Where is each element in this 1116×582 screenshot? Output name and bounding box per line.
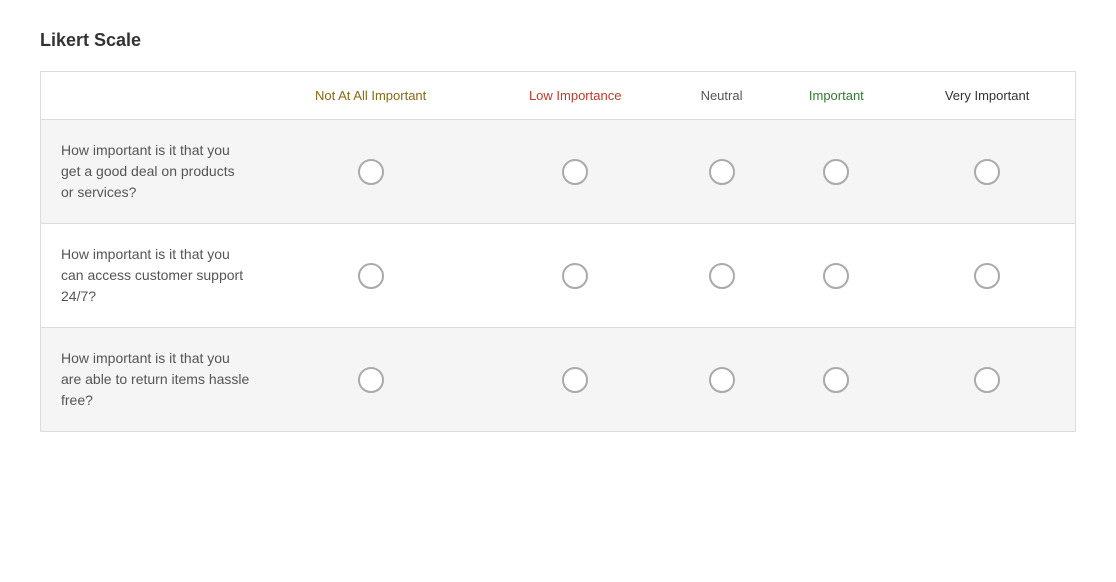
radio-circle-icon bbox=[974, 367, 1000, 393]
table-row: How important is it that you get a good … bbox=[41, 120, 1076, 224]
radio-circle-icon bbox=[709, 159, 735, 185]
radio-cell-neutral[interactable] bbox=[670, 224, 774, 328]
page-title: Likert Scale bbox=[40, 30, 1076, 51]
radio-circle-icon bbox=[562, 367, 588, 393]
radio-circle-icon bbox=[358, 159, 384, 185]
radio-cell-not_at_all[interactable] bbox=[261, 328, 481, 432]
radio-circle-icon bbox=[562, 263, 588, 289]
column-header-very-important: Very Important bbox=[899, 72, 1075, 120]
radio-circle-icon bbox=[358, 263, 384, 289]
radio-label-low[interactable] bbox=[491, 159, 660, 185]
radio-cell-important[interactable] bbox=[773, 224, 899, 328]
radio-circle-icon bbox=[974, 263, 1000, 289]
radio-label-neutral[interactable] bbox=[680, 367, 764, 393]
radio-circle-icon bbox=[823, 263, 849, 289]
radio-cell-neutral[interactable] bbox=[670, 328, 774, 432]
radio-circle-icon bbox=[823, 367, 849, 393]
radio-circle-icon bbox=[709, 263, 735, 289]
radio-label-not_at_all[interactable] bbox=[271, 159, 471, 185]
radio-cell-low[interactable] bbox=[481, 328, 670, 432]
radio-cell-not_at_all[interactable] bbox=[261, 120, 481, 224]
likert-scale-table: Not At All Important Low Importance Neut… bbox=[40, 71, 1076, 432]
radio-label-important[interactable] bbox=[783, 367, 889, 393]
column-header-low-importance: Low Importance bbox=[481, 72, 670, 120]
radio-circle-icon bbox=[823, 159, 849, 185]
question-cell: How important is it that you are able to… bbox=[41, 328, 261, 432]
radio-label-very_important[interactable] bbox=[909, 159, 1065, 185]
column-header-important: Important bbox=[773, 72, 899, 120]
question-cell: How important is it that you get a good … bbox=[41, 120, 261, 224]
radio-cell-important[interactable] bbox=[773, 120, 899, 224]
radio-cell-low[interactable] bbox=[481, 224, 670, 328]
radio-label-not_at_all[interactable] bbox=[271, 263, 471, 289]
question-cell: How important is it that you can access … bbox=[41, 224, 261, 328]
radio-cell-low[interactable] bbox=[481, 120, 670, 224]
radio-label-very_important[interactable] bbox=[909, 263, 1065, 289]
radio-label-not_at_all[interactable] bbox=[271, 367, 471, 393]
radio-label-low[interactable] bbox=[491, 263, 660, 289]
table-header-row: Not At All Important Low Importance Neut… bbox=[41, 72, 1076, 120]
radio-cell-important[interactable] bbox=[773, 328, 899, 432]
column-header-not-at-all: Not At All Important bbox=[261, 72, 481, 120]
radio-cell-very_important[interactable] bbox=[899, 328, 1075, 432]
radio-label-low[interactable] bbox=[491, 367, 660, 393]
table-row: How important is it that you are able to… bbox=[41, 328, 1076, 432]
radio-label-important[interactable] bbox=[783, 159, 889, 185]
radio-label-neutral[interactable] bbox=[680, 159, 764, 185]
radio-circle-icon bbox=[974, 159, 1000, 185]
radio-circle-icon bbox=[709, 367, 735, 393]
radio-label-neutral[interactable] bbox=[680, 263, 764, 289]
radio-cell-very_important[interactable] bbox=[899, 120, 1075, 224]
radio-cell-not_at_all[interactable] bbox=[261, 224, 481, 328]
radio-label-very_important[interactable] bbox=[909, 367, 1065, 393]
radio-cell-very_important[interactable] bbox=[899, 224, 1075, 328]
radio-label-important[interactable] bbox=[783, 263, 889, 289]
column-header-question bbox=[41, 72, 261, 120]
radio-circle-icon bbox=[562, 159, 588, 185]
column-header-neutral: Neutral bbox=[670, 72, 774, 120]
table-row: How important is it that you can access … bbox=[41, 224, 1076, 328]
radio-cell-neutral[interactable] bbox=[670, 120, 774, 224]
radio-circle-icon bbox=[358, 367, 384, 393]
